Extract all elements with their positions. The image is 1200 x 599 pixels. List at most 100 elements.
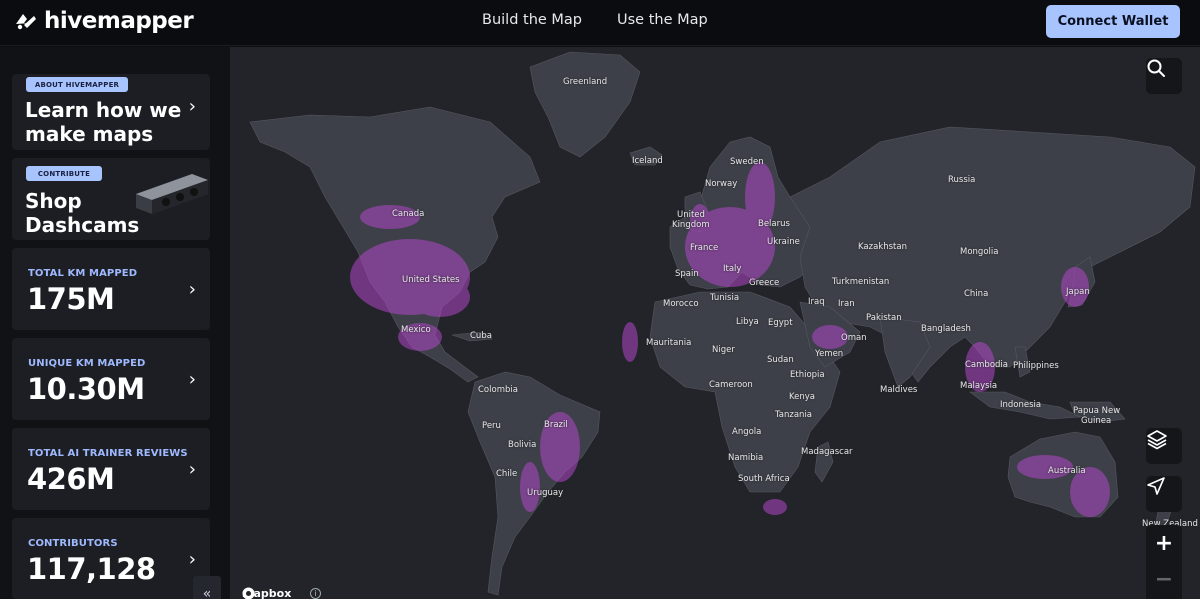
nav-build-the-map[interactable]: Build the Map (482, 12, 582, 28)
map-label: Spain (675, 269, 699, 279)
stat-label: TOTAL KM MAPPED (28, 268, 138, 279)
layers-icon (1147, 430, 1167, 450)
map-label: Papua New (1073, 406, 1121, 416)
map-label: Maldives (880, 385, 918, 395)
map-label: Ethiopia (790, 370, 825, 380)
map-label: Italy (723, 264, 742, 274)
map-label: Belarus (758, 219, 790, 229)
search-icon (1147, 59, 1165, 77)
map-label: Chile (496, 469, 518, 479)
chevron-right-icon: › (188, 549, 196, 570)
promo-title: Learn how we make maps (25, 98, 181, 146)
map-label: Philippines (1013, 361, 1059, 371)
map-label: China (964, 289, 989, 299)
promo-card-shop[interactable]: CONTRIBUTE Shop Dashcams (12, 158, 210, 240)
map-label: Colombia (478, 385, 518, 395)
map-label: Tanzania (775, 410, 813, 420)
promo-title-line: Dashcams (25, 213, 140, 237)
map-label: Australia (1048, 466, 1086, 476)
promo-title-line: Shop (25, 189, 82, 213)
stat-label: UNIQUE KM MAPPED (28, 358, 146, 369)
map-label: Cameroon (709, 380, 753, 390)
zoom-in-button[interactable]: + (1146, 525, 1182, 561)
promo-title-line: Learn how we (25, 98, 182, 122)
logo[interactable]: hivemapper (14, 8, 194, 34)
stat-value: 426M (27, 462, 115, 496)
promo-card-learn[interactable]: ABOUT HIVEMAPPER Learn how we make maps … (12, 74, 210, 150)
chevron-right-icon: › (188, 96, 196, 117)
stat-value: 10.30M (27, 372, 145, 406)
map-label: Greenland (563, 77, 608, 87)
map-label: Norway (705, 179, 738, 189)
land-greenland (529, 51, 641, 158)
map-label: Sudan (767, 355, 794, 365)
chevron-right-icon: › (188, 279, 196, 300)
map-label: South Africa (738, 474, 790, 484)
layers-button[interactable] (1146, 428, 1182, 464)
logo-text: hivemapper (44, 8, 194, 34)
promo-title: Shop Dashcams (25, 189, 139, 237)
stat-value: 117,128 (27, 552, 156, 586)
map-label: Turkmenistan (832, 277, 890, 287)
connect-wallet-button[interactable]: Connect Wallet (1046, 5, 1180, 38)
world-map[interactable]: Greenland Iceland Sweden Norway Russia C… (230, 47, 1200, 599)
zoom-controls: + − (1146, 525, 1182, 599)
map-label: Uruguay (527, 488, 564, 498)
map-label: Cuba (470, 331, 492, 341)
map-label: Sweden (730, 157, 764, 167)
dashcam-image (136, 174, 208, 214)
hivemapper-logo-icon (16, 14, 36, 30)
map-label: Madagascar (801, 447, 853, 457)
mapbox-logo-icon (242, 587, 255, 599)
map-label: Kazakhstan (858, 242, 907, 252)
top-navigation-bar: hivemapper Build the Map Use the Map Con… (0, 0, 1200, 46)
locate-me-button[interactable] (1146, 476, 1182, 512)
map-label: Ukraine (767, 237, 800, 247)
search-button[interactable] (1146, 58, 1182, 94)
map-label: Kingdom (672, 220, 710, 230)
map-label: Morocco (663, 299, 699, 309)
stat-card-unique-km[interactable]: UNIQUE KM MAPPED 10.30M › (12, 338, 210, 420)
map-label: France (690, 243, 719, 253)
stat-card-contributors[interactable]: CONTRIBUTORS 117,128 › (12, 518, 210, 599)
stat-card-ai-reviews[interactable]: TOTAL AI TRAINER REVIEWS 426M › (12, 428, 210, 510)
zoom-out-button[interactable]: − (1146, 561, 1182, 597)
mapbox-attribution[interactable]: mapbox (242, 587, 291, 599)
map-label: Mauritania (646, 338, 692, 348)
collapse-sidebar-button[interactable]: « (193, 576, 221, 599)
promo-tag: CONTRIBUTE (26, 166, 102, 181)
map-label: Tunisia (710, 293, 740, 303)
map-label: Bolivia (508, 440, 537, 450)
map-label: Egypt (768, 318, 793, 328)
double-chevron-left-icon: « (202, 586, 212, 599)
chevron-right-icon: › (188, 369, 196, 390)
map-label: Russia (948, 175, 976, 185)
map-label: Mexico (401, 325, 431, 335)
map-label: Pakistan (866, 313, 902, 323)
map-label: Peru (482, 421, 501, 431)
map-label: United States (402, 275, 460, 285)
main-nav: Build the Map Use the Map (482, 12, 708, 28)
navigation-arrow-icon (1147, 477, 1165, 495)
map-label: Guinea (1081, 416, 1112, 426)
sidebar: ABOUT HIVEMAPPER Learn how we make maps … (0, 47, 230, 599)
map-label: Yemen (815, 349, 844, 359)
map-label: Indonesia (1000, 400, 1042, 410)
map-label: Brazil (544, 420, 568, 430)
map-label: Kenya (789, 392, 816, 402)
info-icon[interactable]: i (310, 588, 321, 599)
map-label: Greece (749, 278, 780, 288)
map-label: Angola (732, 427, 762, 437)
map-label: Mongolia (960, 247, 999, 257)
map-label: Malaysia (960, 381, 998, 391)
map-label: Iran (838, 299, 855, 309)
stat-card-total-km[interactable]: TOTAL KM MAPPED 175M › (12, 248, 210, 330)
chevron-right-icon: › (188, 459, 196, 480)
map-label: Namibia (728, 453, 764, 463)
nav-use-the-map[interactable]: Use the Map (617, 12, 708, 28)
map-label: Japan (1066, 287, 1090, 297)
map-label: Canada (392, 209, 425, 219)
map-label: United (677, 210, 705, 220)
map-label: Oman (841, 333, 867, 343)
promo-tag: ABOUT HIVEMAPPER (26, 77, 128, 92)
